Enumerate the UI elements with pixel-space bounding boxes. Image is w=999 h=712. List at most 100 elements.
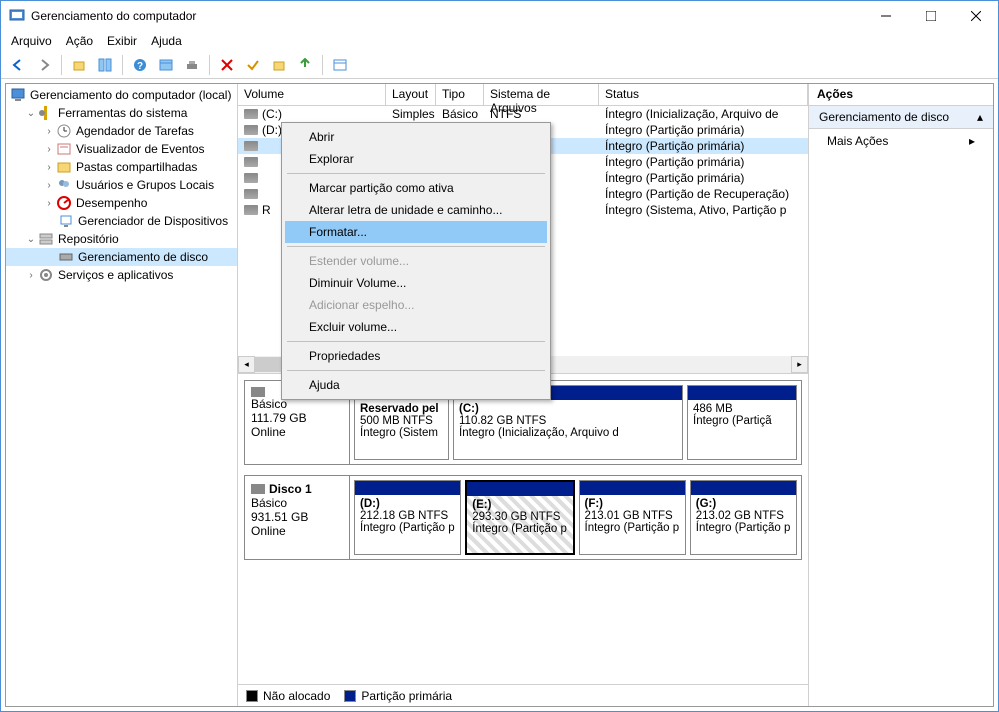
- minimize-button[interactable]: [863, 1, 908, 31]
- tree-device-manager[interactable]: Gerenciador de Dispositivos: [6, 212, 237, 230]
- tree-systools[interactable]: ⌄ Ferramentas do sistema: [6, 104, 237, 122]
- ctx-explore[interactable]: Explorar: [285, 148, 547, 170]
- vol-status: Íntegro (Partição de Recuperação): [599, 187, 808, 201]
- disk-icon: [244, 205, 258, 215]
- tree-label: Serviços e aplicativos: [58, 268, 173, 282]
- scroll-right-icon[interactable]: ▸: [791, 356, 808, 373]
- menu-ajuda[interactable]: Ajuda: [151, 34, 182, 48]
- col-filesystem[interactable]: Sistema de Arquivos: [484, 84, 599, 105]
- ctx-format[interactable]: Formatar...: [285, 221, 547, 243]
- col-volume[interactable]: Volume: [238, 84, 386, 105]
- actions-group-disk[interactable]: Gerenciamento de disco ▴: [809, 106, 993, 129]
- volume-list-header: Volume Layout Tipo Sistema de Arquivos S…: [238, 84, 808, 106]
- expander-icon[interactable]: ⌄: [24, 108, 38, 119]
- tree-storage[interactable]: ⌄ Repositório: [6, 230, 237, 248]
- window-controls: [863, 1, 998, 31]
- menu-arquivo[interactable]: Arquivo: [11, 34, 52, 48]
- vol-fs: NTFS: [484, 107, 599, 121]
- perf-icon: [56, 195, 72, 211]
- maximize-button[interactable]: [908, 1, 953, 31]
- storage-icon: [38, 231, 54, 247]
- part-status: Íntegro (Partição p: [585, 522, 680, 534]
- ctx-delete[interactable]: Excluir volume...: [285, 316, 547, 338]
- ctx-help[interactable]: Ajuda: [285, 374, 547, 396]
- ctx-properties[interactable]: Propriedades: [285, 345, 547, 367]
- tree-shared-folders[interactable]: › Pastas compartilhadas: [6, 158, 237, 176]
- tree-services[interactable]: › Serviços e aplicativos: [6, 266, 237, 284]
- disk-state: Online: [251, 524, 343, 538]
- properties-icon[interactable]: [329, 54, 351, 76]
- vol-status: Íntegro (Partição primária): [599, 155, 808, 169]
- check-icon[interactable]: [242, 54, 264, 76]
- partition-f[interactable]: (F:) 213.01 GB NTFS Íntegro (Partição p: [579, 480, 686, 555]
- tree-users-groups[interactable]: › Usuários e Grupos Locais: [6, 176, 237, 194]
- action-icon[interactable]: [294, 54, 316, 76]
- tree-label: Gerenciamento de disco: [78, 250, 208, 264]
- ctx-shrink[interactable]: Diminuir Volume...: [285, 272, 547, 294]
- partition-recovery[interactable]: 486 MB Íntegro (Partiçã: [687, 385, 797, 460]
- expander-icon[interactable]: ›: [42, 180, 56, 191]
- col-type[interactable]: Tipo: [436, 84, 484, 105]
- actions-more[interactable]: Mais Ações ▸: [809, 129, 993, 153]
- partition-g[interactable]: (G:) 213.02 GB NTFS Íntegro (Partição p: [690, 480, 797, 555]
- part-status: Íntegro (Partição p: [472, 523, 567, 535]
- ctx-mirror[interactable]: Adicionar espelho...: [285, 294, 547, 316]
- tree-panel[interactable]: Gerenciamento do computador (local) ⌄ Fe…: [6, 84, 238, 706]
- menu-exibir[interactable]: Exibir: [107, 34, 137, 48]
- part-status: Íntegro (Partiçã: [693, 415, 791, 427]
- close-button[interactable]: [953, 1, 998, 31]
- delete-icon[interactable]: [216, 54, 238, 76]
- tree-disk-management[interactable]: Gerenciamento de disco: [6, 248, 237, 266]
- tree-event-viewer[interactable]: › Visualizador de Eventos: [6, 140, 237, 158]
- tree-root[interactable]: Gerenciamento do computador (local): [6, 86, 237, 104]
- tree-performance[interactable]: › Desempenho: [6, 194, 237, 212]
- part-size: 110.82 GB NTFS: [459, 415, 677, 427]
- vol-layout: Simples: [386, 107, 436, 121]
- disk-icon: [58, 249, 74, 265]
- list-button[interactable]: [155, 54, 177, 76]
- volume-row[interactable]: (C:)SimplesBásicoNTFSÍntegro (Inicializa…: [238, 106, 808, 122]
- legend-primary: Partição primária: [344, 689, 452, 703]
- help-button[interactable]: ?: [129, 54, 151, 76]
- part-name: (F:): [585, 498, 680, 510]
- expander-icon[interactable]: ›: [42, 126, 56, 137]
- menu-acao[interactable]: Ação: [66, 34, 93, 48]
- disk-capacity: 931.51 GB: [251, 510, 343, 524]
- part-status: Íntegro (Partição p: [360, 522, 455, 534]
- back-button[interactable]: [7, 54, 29, 76]
- col-layout[interactable]: Layout: [386, 84, 436, 105]
- ctx-open[interactable]: Abrir: [285, 126, 547, 148]
- disk-graphical-view: Básico 111.79 GB Online Reservado pel 50…: [238, 374, 808, 684]
- expander-icon[interactable]: ›: [42, 144, 56, 155]
- part-name: (E:): [472, 499, 567, 511]
- show-hide-button[interactable]: [94, 54, 116, 76]
- col-status[interactable]: Status: [599, 84, 808, 105]
- disk-1-info[interactable]: Disco 1 Básico 931.51 GB Online: [245, 476, 350, 559]
- scroll-left-icon[interactable]: ◂: [238, 356, 255, 373]
- expander-icon[interactable]: ⌄: [24, 234, 38, 245]
- context-menu: Abrir Explorar Marcar partição como ativ…: [281, 122, 551, 400]
- refresh-button[interactable]: [181, 54, 203, 76]
- ctx-change-letter[interactable]: Alterar letra de unidade e caminho...: [285, 199, 547, 221]
- undo-icon[interactable]: [268, 54, 290, 76]
- tree-root-label: Gerenciamento do computador (local): [30, 88, 231, 102]
- ctx-mark-active[interactable]: Marcar partição como ativa: [285, 177, 547, 199]
- tree-label: Visualizador de Eventos: [76, 142, 205, 156]
- expander-icon[interactable]: ›: [24, 270, 38, 281]
- expander-icon[interactable]: ›: [42, 198, 56, 209]
- legend-label: Partição primária: [361, 689, 452, 703]
- vol-status: Íntegro (Partição primária): [599, 139, 808, 153]
- ctx-extend[interactable]: Estender volume...: [285, 250, 547, 272]
- up-button[interactable]: [68, 54, 90, 76]
- event-icon: [56, 141, 72, 157]
- expander-icon[interactable]: ›: [42, 162, 56, 173]
- legend: Não alocado Partição primária: [238, 684, 808, 706]
- disk-state: Online: [251, 425, 343, 439]
- tree-task-scheduler[interactable]: › Agendador de Tarefas: [6, 122, 237, 140]
- partition-d[interactable]: (D:) 212.18 GB NTFS Íntegro (Partição p: [354, 480, 461, 555]
- forward-button[interactable]: [33, 54, 55, 76]
- tree-label: Repositório: [58, 232, 119, 246]
- collapse-icon: ▴: [977, 110, 983, 124]
- actions-panel: Ações Gerenciamento de disco ▴ Mais Açõe…: [808, 84, 993, 706]
- partition-e[interactable]: (E:) 293.30 GB NTFS Íntegro (Partição p: [465, 480, 574, 555]
